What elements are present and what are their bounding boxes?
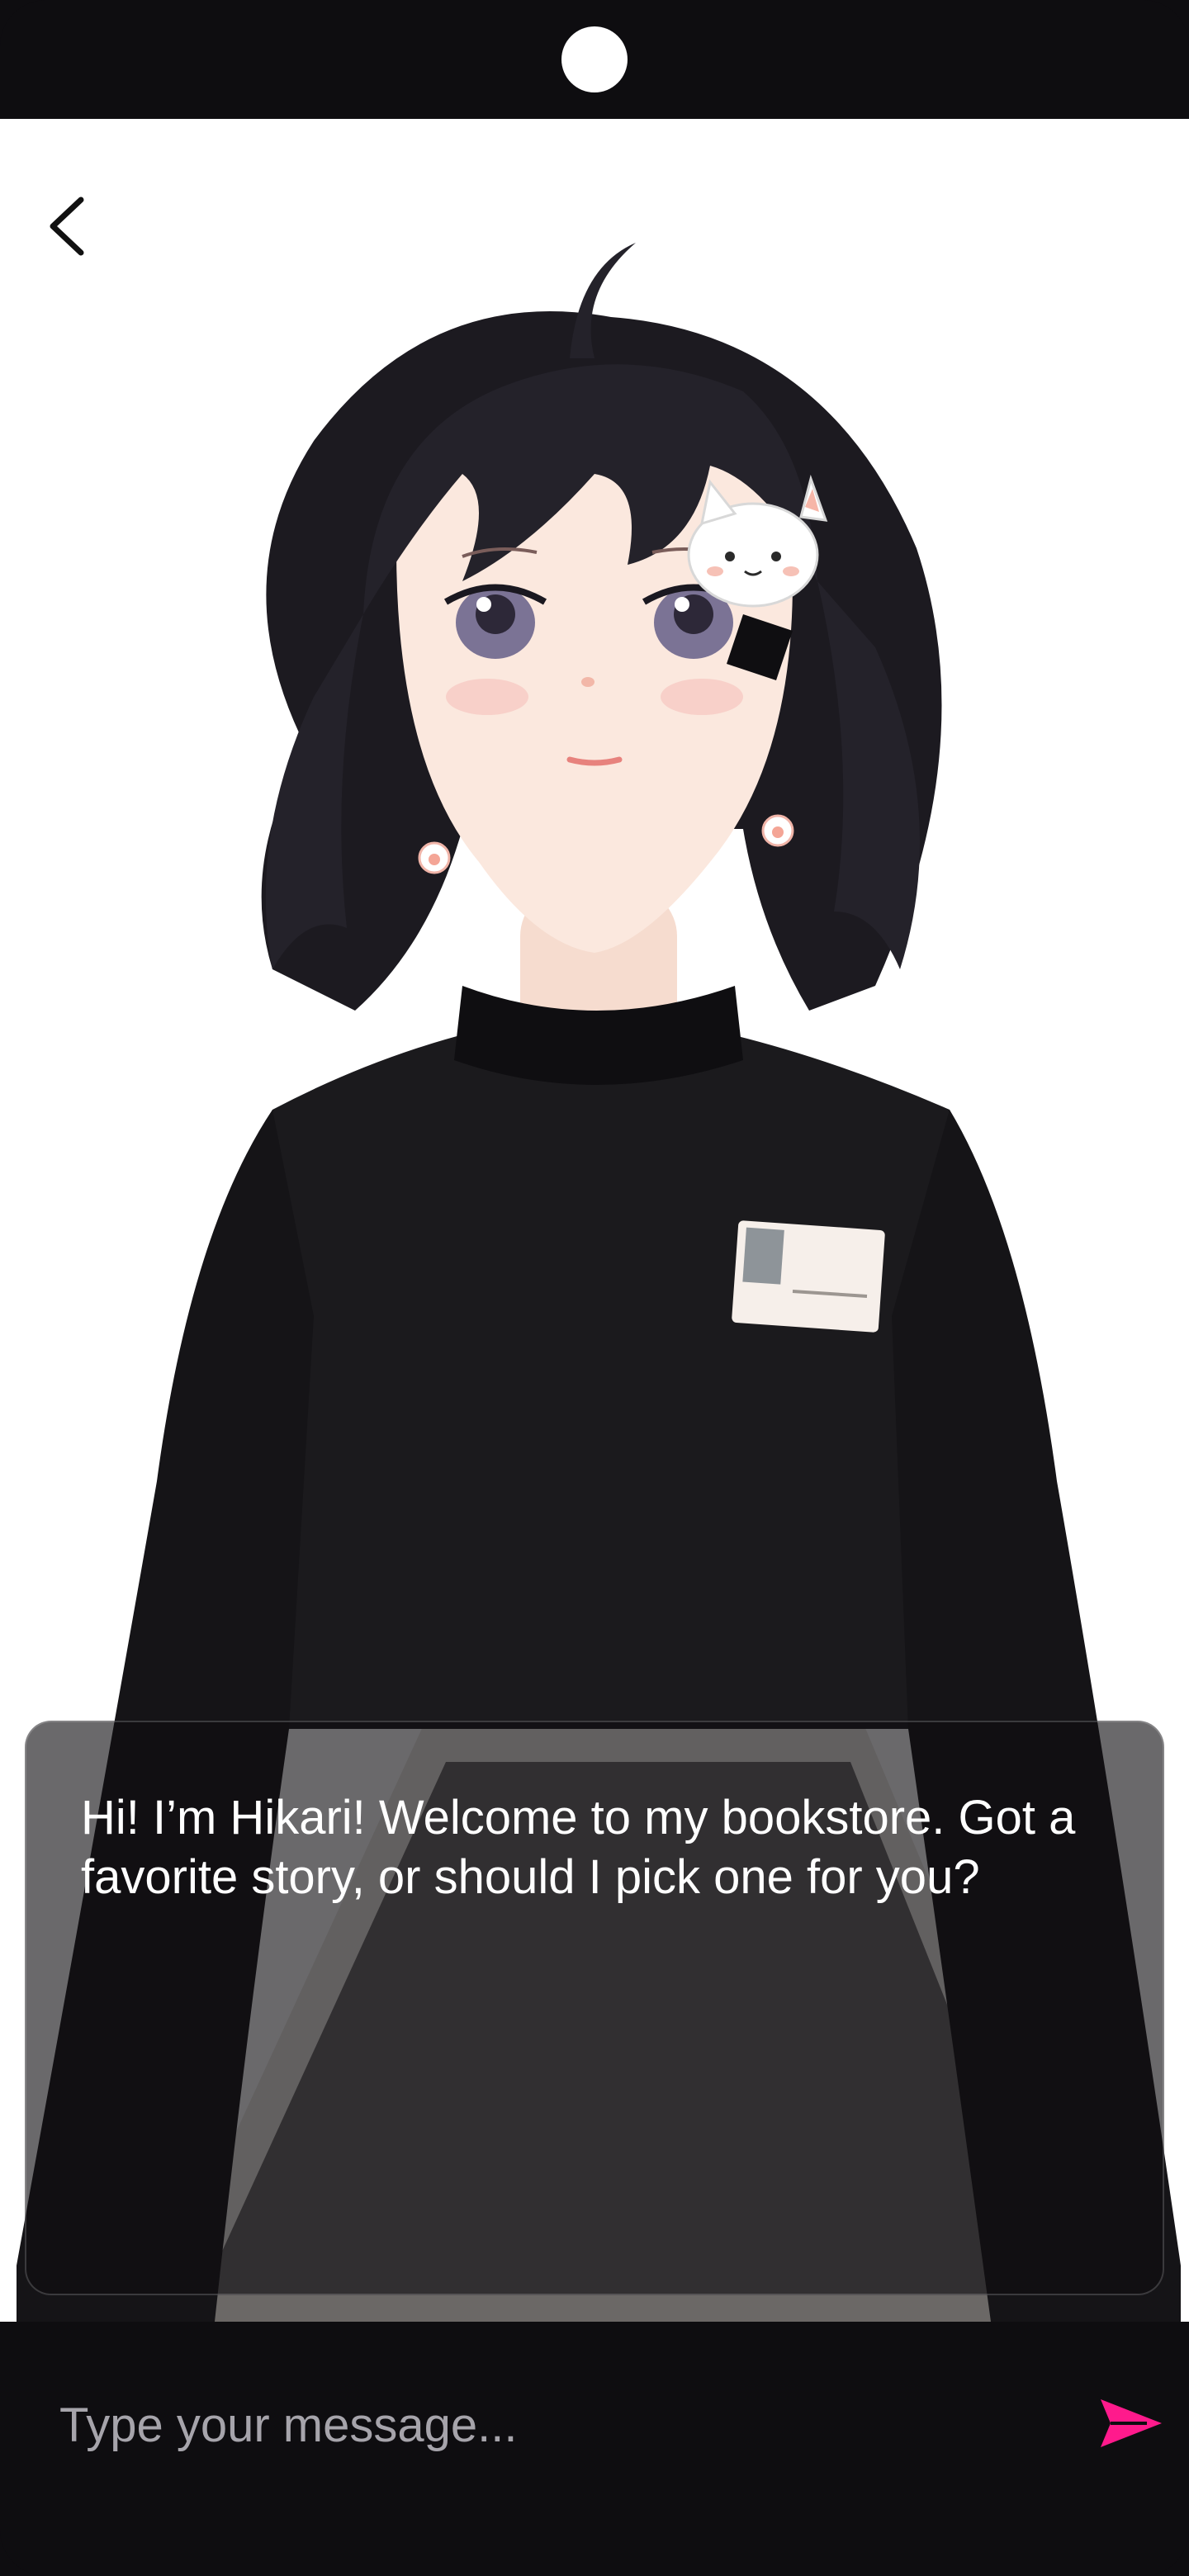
message-composer xyxy=(0,2322,1189,2576)
character-message: Hi! I’m Hikari! Welcome to my bookstore.… xyxy=(81,1791,1076,1904)
chevron-left-icon xyxy=(50,197,84,256)
back-button[interactable] xyxy=(33,177,99,276)
phone-screen: Hi! I’m Hikari! Welcome to my bookstore.… xyxy=(0,0,1189,2576)
send-button[interactable] xyxy=(1090,2386,1172,2460)
message-input[interactable] xyxy=(58,2379,1035,2470)
send-icon xyxy=(1101,2399,1162,2447)
dialog-box: Hi! I’m Hikari! Welcome to my bookstore.… xyxy=(25,1721,1164,2295)
status-bar xyxy=(0,0,1189,119)
character-scene: Hi! I’m Hikari! Welcome to my bookstore.… xyxy=(0,119,1189,2322)
front-camera xyxy=(561,26,628,92)
